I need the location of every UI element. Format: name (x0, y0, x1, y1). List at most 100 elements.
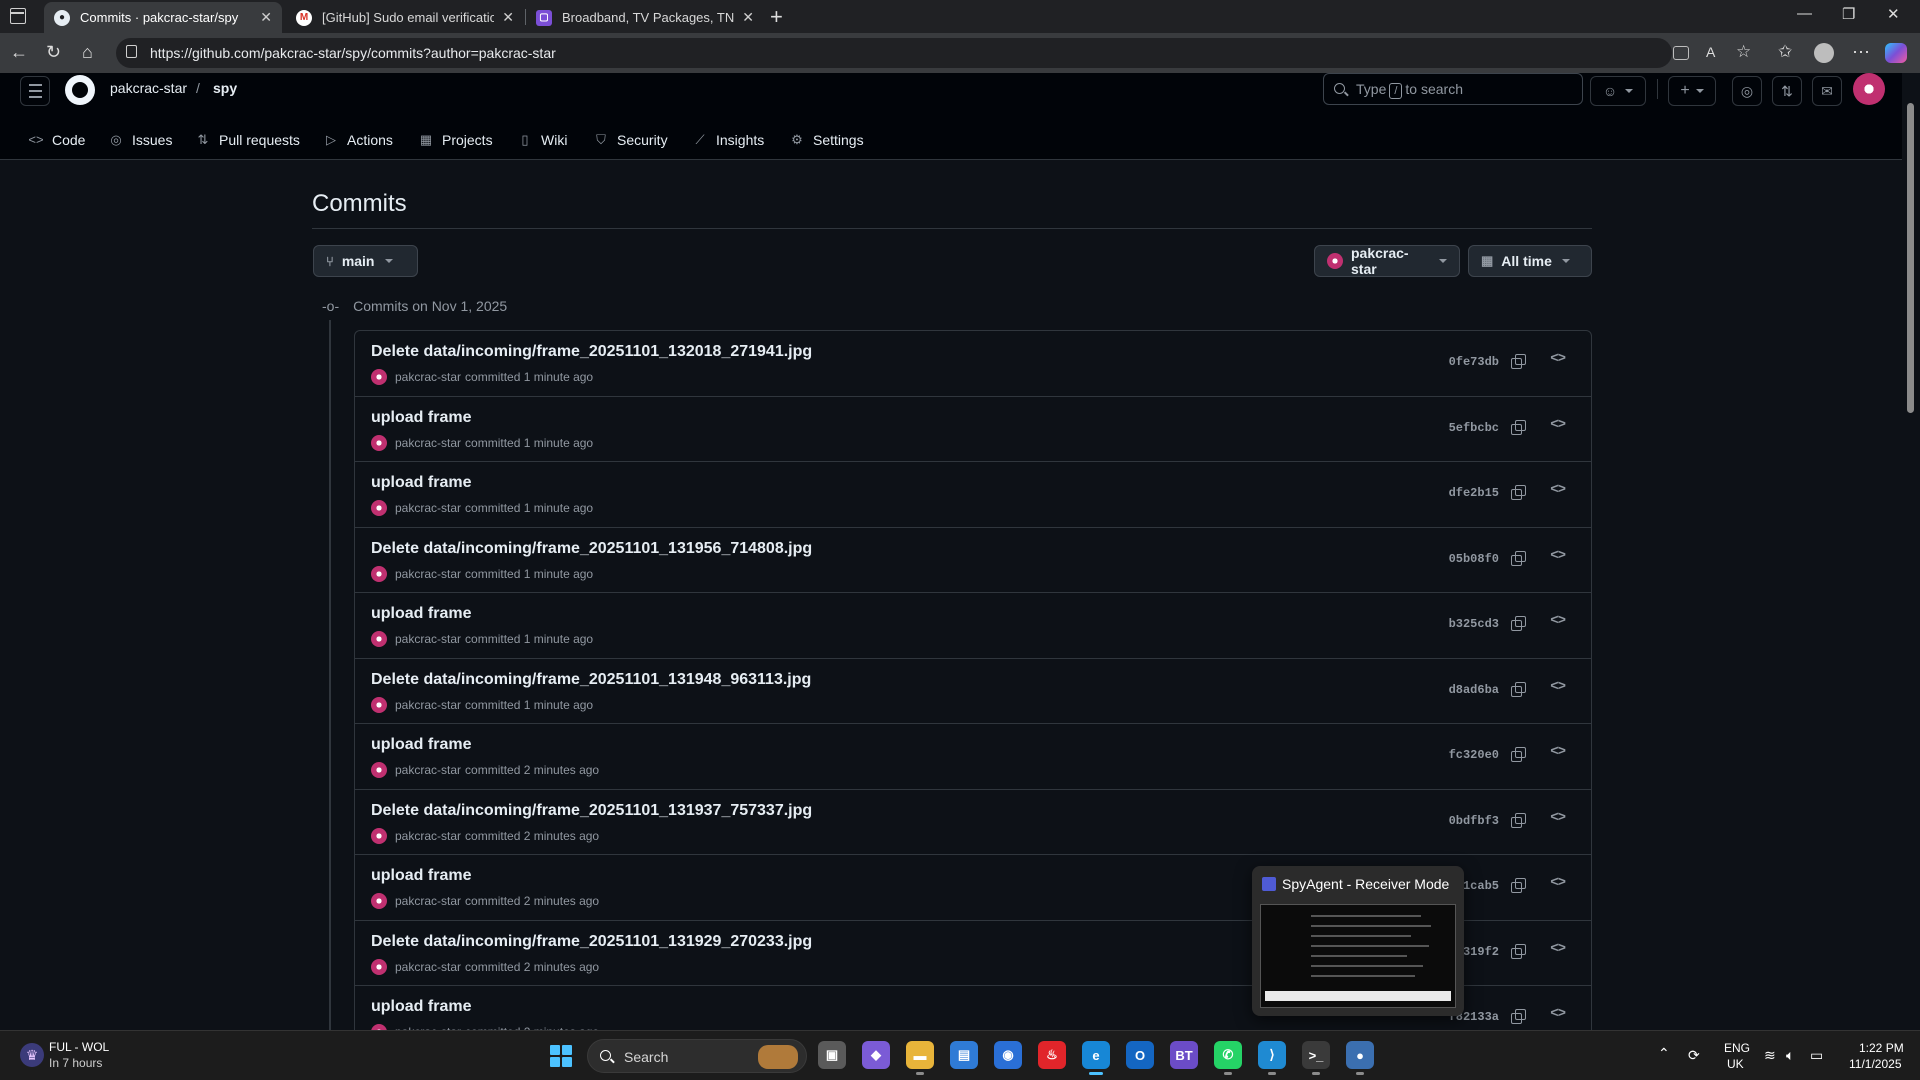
lock-icon[interactable] (126, 45, 137, 58)
scrollbar-thumb[interactable] (1907, 103, 1914, 413)
browser-tab-tnt[interactable]: ▢ Broadband, TV Packages, TNT Sp ✕ (526, 2, 764, 33)
copy-icon[interactable] (1511, 878, 1527, 894)
close-icon[interactable]: ✕ (260, 9, 272, 26)
copilot-icon[interactable] (1885, 43, 1907, 63)
browse-code-icon[interactable]: <> (1550, 810, 1566, 826)
profile-icon[interactable] (1814, 43, 1834, 63)
commit-author-link[interactable]: pakcrac-star (395, 698, 461, 712)
commit-message-link[interactable]: upload frame (371, 605, 471, 623)
browse-code-icon[interactable]: <> (1550, 482, 1566, 498)
browse-code-icon[interactable]: <> (1550, 417, 1566, 433)
keyboard-layout[interactable]: UK (1727, 1057, 1744, 1071)
copy-icon[interactable] (1511, 354, 1527, 370)
commit-message-link[interactable]: Delete data/incoming/frame_20251101_1319… (371, 802, 812, 820)
copy-icon[interactable] (1511, 1009, 1527, 1025)
copy-icon[interactable] (1511, 812, 1527, 829)
create-new-button[interactable]: + (1668, 76, 1716, 106)
address-bar[interactable]: https://github.com/pakcrac-star/spy/comm… (116, 38, 1672, 68)
author-avatar[interactable] (371, 631, 387, 647)
copy-icon[interactable] (1511, 681, 1527, 698)
url-text[interactable]: https://github.com/pakcrac-star/spy/comm… (150, 45, 556, 61)
search-input[interactable]: Type / to search (1323, 73, 1583, 105)
read-aloud-icon[interactable]: A (1706, 44, 1715, 60)
author-avatar[interactable] (371, 893, 387, 909)
window-close-icon[interactable]: ✕ (1887, 5, 1900, 23)
commit-sha-link[interactable]: 5efbcbc (1449, 421, 1499, 435)
copilot-icon[interactable]: ◆ (862, 1041, 890, 1069)
browser-tab-commits[interactable]: ● Commits · pakcrac-star/spy ✕ (44, 2, 282, 33)
copy-icon[interactable] (1511, 419, 1527, 436)
ms-store-icon[interactable]: ▤ (950, 1041, 978, 1069)
volume-icon[interactable]: 🔈︎ (1786, 1047, 1794, 1064)
more-icon[interactable]: ⋯ (1852, 42, 1870, 63)
tab-pull-requests[interactable]: ⇅ Pull requests (195, 128, 300, 152)
chevron-up-icon[interactable]: ⌃ (1658, 1045, 1670, 1062)
whatsapp-icon[interactable]: ✆ (1214, 1041, 1242, 1075)
author-filter-button[interactable]: pakcrac-star (1314, 245, 1460, 277)
wifi-icon[interactable]: ≋ (1764, 1047, 1776, 1064)
restore-icon[interactable]: ❐ (1842, 5, 1855, 23)
author-avatar[interactable] (371, 827, 387, 844)
window-preview[interactable] (1260, 904, 1456, 1008)
santander-icon[interactable]: ♨ (1038, 1041, 1066, 1069)
author-avatar[interactable] (371, 434, 387, 451)
commit-author-link[interactable]: pakcrac-star (395, 960, 461, 974)
browse-code-icon[interactable]: <> (1550, 548, 1566, 564)
page-scrollbar[interactable] (1902, 73, 1920, 1030)
commit-author-link[interactable]: pakcrac-star (395, 370, 461, 384)
app-available-icon[interactable] (1673, 46, 1689, 60)
issues-icon[interactable]: ◎ (1732, 76, 1762, 106)
copy-icon[interactable] (1511, 616, 1527, 632)
commit-sha-link[interactable]: 0fe73db (1449, 355, 1499, 369)
battery-icon[interactable]: ▭ (1810, 1047, 1823, 1064)
commit-message-link[interactable]: Delete data/incoming/frame_20251101_1319… (371, 540, 812, 558)
python-icon[interactable]: ● (1346, 1041, 1374, 1075)
commit-message-link[interactable]: upload frame (371, 736, 471, 754)
taskbar-search[interactable]: Search (587, 1039, 807, 1073)
github-logo-icon[interactable] (65, 75, 95, 105)
new-tab-button[interactable]: + (770, 4, 783, 30)
commit-message-link[interactable]: Delete data/incoming/frame_20251101_1319… (371, 671, 811, 689)
file-explorer-icon[interactable]: ▬ (906, 1041, 934, 1075)
repo-name-link[interactable]: spy (213, 80, 237, 96)
author-avatar[interactable] (371, 369, 387, 385)
browse-code-icon[interactable]: <> (1550, 941, 1566, 957)
vscode-icon[interactable]: ⟩ (1258, 1041, 1286, 1075)
commit-sha-link[interactable]: 0bdfbf3 (1449, 814, 1499, 828)
browser-tab-gmail[interactable]: M [GitHub] Sudo email verification c ✕ (286, 2, 524, 33)
favorite-star-icon[interactable]: ☆ (1736, 42, 1751, 62)
browse-code-icon[interactable]: <> (1550, 679, 1566, 695)
commit-author-link[interactable]: pakcrac-star (395, 829, 461, 843)
pull-requests-icon[interactable]: ⇅ (1772, 76, 1802, 106)
tab-wiki[interactable]: ▯ Wiki (517, 128, 567, 152)
favorites-icon[interactable]: ✩ (1778, 42, 1792, 62)
commit-sha-link[interactable]: b325cd3 (1449, 617, 1499, 631)
tab-actions[interactable]: ▷ Actions (323, 128, 393, 152)
tab-code[interactable]: <> Code (28, 128, 85, 152)
tab-projects[interactable]: ▦ Projects (418, 128, 493, 152)
browse-code-icon[interactable]: <> (1550, 1006, 1566, 1022)
sync-icon[interactable]: ⟳ (1688, 1047, 1700, 1064)
clock-date[interactable]: 11/1/2025 (1849, 1057, 1902, 1071)
browse-code-icon[interactable]: <> (1550, 875, 1566, 891)
commit-author-link[interactable]: pakcrac-star (395, 501, 461, 515)
inbox-icon[interactable]: ✉ (1812, 76, 1842, 106)
terminal-icon[interactable]: >_ (1302, 1041, 1330, 1075)
edge-icon[interactable]: e (1082, 1041, 1110, 1075)
commit-message-link[interactable]: Delete data/incoming/frame_20251101_1319… (371, 933, 812, 951)
commit-author-link[interactable]: pakcrac-star (395, 632, 461, 646)
author-avatar[interactable] (371, 500, 387, 516)
author-avatar[interactable] (371, 696, 387, 713)
menu-icon[interactable] (20, 76, 50, 106)
commit-author-link[interactable]: pakcrac-star (395, 436, 461, 450)
commit-message-link[interactable]: upload frame (371, 409, 471, 427)
time-filter-button[interactable]: ▦ All time (1468, 245, 1592, 277)
minimize-icon[interactable]: — (1797, 5, 1812, 22)
app-icon[interactable]: ◉ (994, 1041, 1022, 1069)
refresh-icon[interactable]: ↻ (46, 42, 61, 63)
author-avatar[interactable] (371, 958, 387, 975)
tab-security[interactable]: ⛉ Security (593, 128, 667, 152)
home-icon[interactable]: ⌂ (82, 42, 93, 63)
copy-icon[interactable] (1511, 943, 1527, 960)
close-icon[interactable]: ✕ (742, 9, 754, 26)
